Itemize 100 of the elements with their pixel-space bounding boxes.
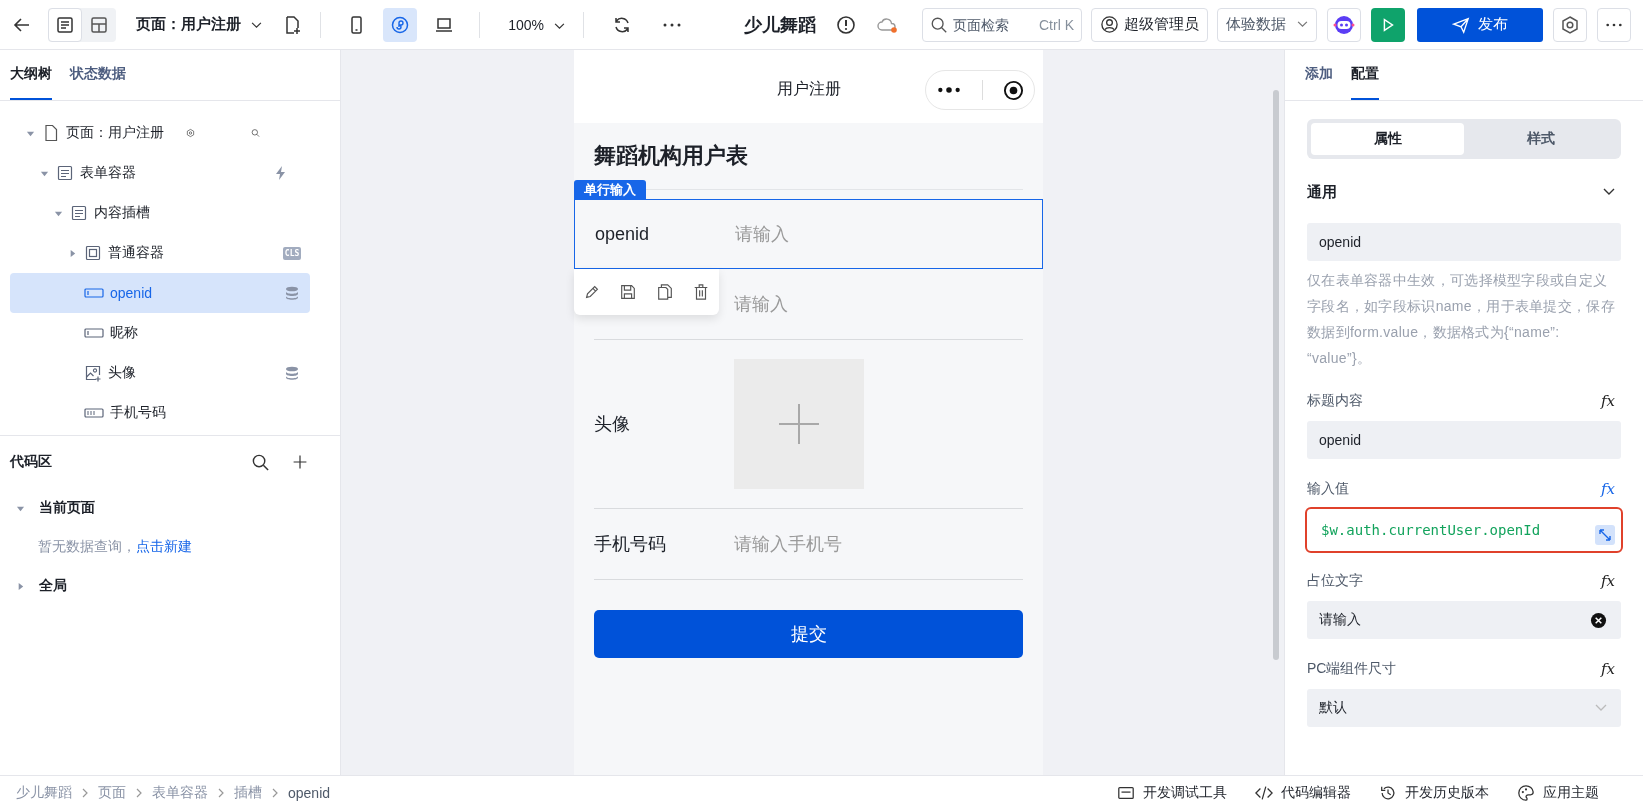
tree-item[interactable]: 头像 — [10, 353, 310, 393]
tree-item[interactable]: openid — [10, 273, 310, 313]
create-link[interactable]: 点击新建 — [136, 538, 192, 556]
scrollbar[interactable] — [1273, 90, 1279, 660]
database-icon[interactable] — [284, 365, 301, 381]
size-select[interactable]: 默认 — [1307, 689, 1621, 727]
miniprogram-preview-button[interactable] — [383, 7, 418, 42]
chevron-down-icon — [553, 22, 565, 30]
panel-tab[interactable]: 状态数据 — [70, 50, 126, 100]
search-icon[interactable] — [251, 452, 270, 472]
more-icon — [1605, 21, 1623, 28]
segment-tab[interactable]: 属性 — [1311, 123, 1464, 155]
field-label: 手机号码 — [594, 533, 667, 556]
user-icon — [1100, 15, 1119, 34]
settings-button[interactable] — [1553, 7, 1587, 42]
placeholder-input[interactable]: 请输入 — [1307, 601, 1621, 639]
property-label: 标题内容 — [1307, 392, 1363, 410]
empty-message: 暂无数据查询， — [38, 538, 136, 556]
property-label: 占位文字 — [1307, 572, 1363, 590]
input-field[interactable]: 请输入 — [734, 293, 1023, 315]
help-text: 仅在表单容器中生效，可选择模型字段或自定义字段名，如字段标识name，用于表单提交，保存数据到form.value，数据格式为{“name”: “value”}。 — [1307, 271, 1616, 368]
more-dots-icon[interactable] — [936, 85, 962, 95]
chevron-down-icon — [251, 22, 263, 29]
panel-tab[interactable]: 添加 — [1305, 50, 1333, 100]
clear-icon[interactable] — [1590, 611, 1607, 629]
tree-item-label: 昵称 — [110, 324, 139, 342]
input-icon — [84, 287, 104, 299]
mini-program-icon — [390, 14, 411, 35]
section-header[interactable]: 通用 — [1307, 161, 1621, 223]
info-icon[interactable] — [835, 14, 856, 35]
save-icon[interactable] — [619, 283, 638, 301]
input-icon — [84, 327, 104, 339]
capsule-menu[interactable] — [925, 70, 1035, 110]
layout-icon — [89, 14, 109, 35]
chevron-down-icon — [1603, 188, 1615, 196]
expand-caret-icon[interactable] — [68, 248, 77, 258]
field-name-input[interactable]: openid — [1307, 223, 1621, 261]
theme-tool-button[interactable]: 应用主题 — [1517, 783, 1599, 802]
app-title: 少儿舞蹈 — [743, 13, 816, 37]
property-label: PC端组件尺寸 — [1307, 660, 1397, 678]
submit-button[interactable]: 提交 — [594, 610, 1023, 658]
environment-dropdown[interactable]: 体验数据 — [1217, 7, 1317, 42]
formula-icon[interactable]: fx — [1601, 572, 1615, 590]
tree-item-label: 普通容器 — [108, 244, 165, 262]
search-icon — [930, 15, 948, 34]
input-field[interactable]: 请输入 — [735, 223, 1022, 245]
record-icon[interactable] — [1003, 79, 1024, 101]
form-row[interactable]: 头像 — [594, 340, 1023, 509]
outline-view-button[interactable] — [48, 7, 82, 42]
image-icon — [84, 364, 102, 382]
history-tool-button[interactable]: 开发历史版本 — [1379, 783, 1489, 802]
shortcut-hint: Ctrl K — [1039, 16, 1074, 33]
chevron-down-icon — [1297, 21, 1308, 28]
breadcrumb-separator-icon — [136, 787, 142, 798]
tree-item[interactable]: 页面：用户注册 — [10, 113, 310, 153]
assistant-button[interactable] — [1327, 7, 1361, 42]
selection-tag: 单行输入 — [574, 180, 646, 199]
input-field[interactable]: 请输入手机号 — [734, 533, 1023, 555]
plus-icon — [779, 404, 819, 444]
add-icon[interactable] — [292, 454, 308, 470]
tree-item[interactable]: 内容插槽 — [10, 193, 310, 233]
formula-icon[interactable]: fx — [1601, 480, 1615, 498]
field-label: 头像 — [594, 413, 631, 436]
debug-tool-button[interactable]: 开发调试工具 — [1117, 783, 1227, 802]
publish-button[interactable]: 发布 — [1417, 7, 1543, 42]
tree-item-label: 表单容器 — [80, 164, 137, 182]
formula-icon[interactable]: fx — [1601, 660, 1615, 678]
panel-tab[interactable]: 大纲树 — [10, 50, 52, 100]
user-button[interactable]: 超级管理员 — [1091, 7, 1208, 42]
copy-icon[interactable] — [655, 283, 674, 301]
tree-item-label: 内容插槽 — [94, 204, 151, 222]
code-tool-button[interactable]: 代码编辑器 — [1255, 783, 1351, 802]
code-section-header[interactable]: 当前页面 — [10, 488, 330, 528]
more-icon[interactable] — [661, 21, 682, 28]
tree-item-label: 头像 — [108, 364, 137, 382]
code-section-header[interactable]: 全局 — [10, 566, 330, 606]
form-row[interactable]: 请输入 — [594, 269, 1023, 340]
panel-tab[interactable]: 配置 — [1351, 50, 1379, 100]
breadcrumb-link[interactable]: openid — [288, 784, 331, 801]
segment-tab[interactable]: 样式 — [1464, 123, 1617, 155]
cloud-icon[interactable] — [875, 15, 898, 34]
container-icon — [84, 244, 102, 262]
page-selector[interactable]: 页面：用户注册 — [136, 15, 263, 34]
zoom-dropdown[interactable]: 100% — [508, 16, 565, 33]
expand-caret-icon[interactable] — [16, 581, 25, 591]
property-label: 输入值 — [1307, 480, 1349, 498]
tree-item[interactable]: 昵称 — [10, 313, 310, 353]
number-input-icon — [84, 407, 104, 419]
tree-item[interactable]: 手机号码 — [10, 393, 310, 433]
breadcrumb-separator-icon — [82, 787, 88, 798]
selected-form-row[interactable]: openid 请输入 — [574, 199, 1043, 269]
tree-item-label: 页面：用户注册 — [66, 124, 164, 142]
formula-icon[interactable]: fx — [1601, 392, 1615, 410]
run-button[interactable] — [1371, 7, 1405, 42]
expand-icon[interactable] — [1595, 525, 1615, 545]
form-row[interactable]: 手机号码 请输入手机号 — [594, 509, 1023, 580]
tree-item[interactable]: 普通容器 CLS — [10, 233, 310, 273]
title-input[interactable]: openid — [1307, 421, 1621, 459]
tree-item[interactable]: 表单容器 — [10, 153, 310, 193]
chevron-down-icon — [1595, 704, 1607, 712]
